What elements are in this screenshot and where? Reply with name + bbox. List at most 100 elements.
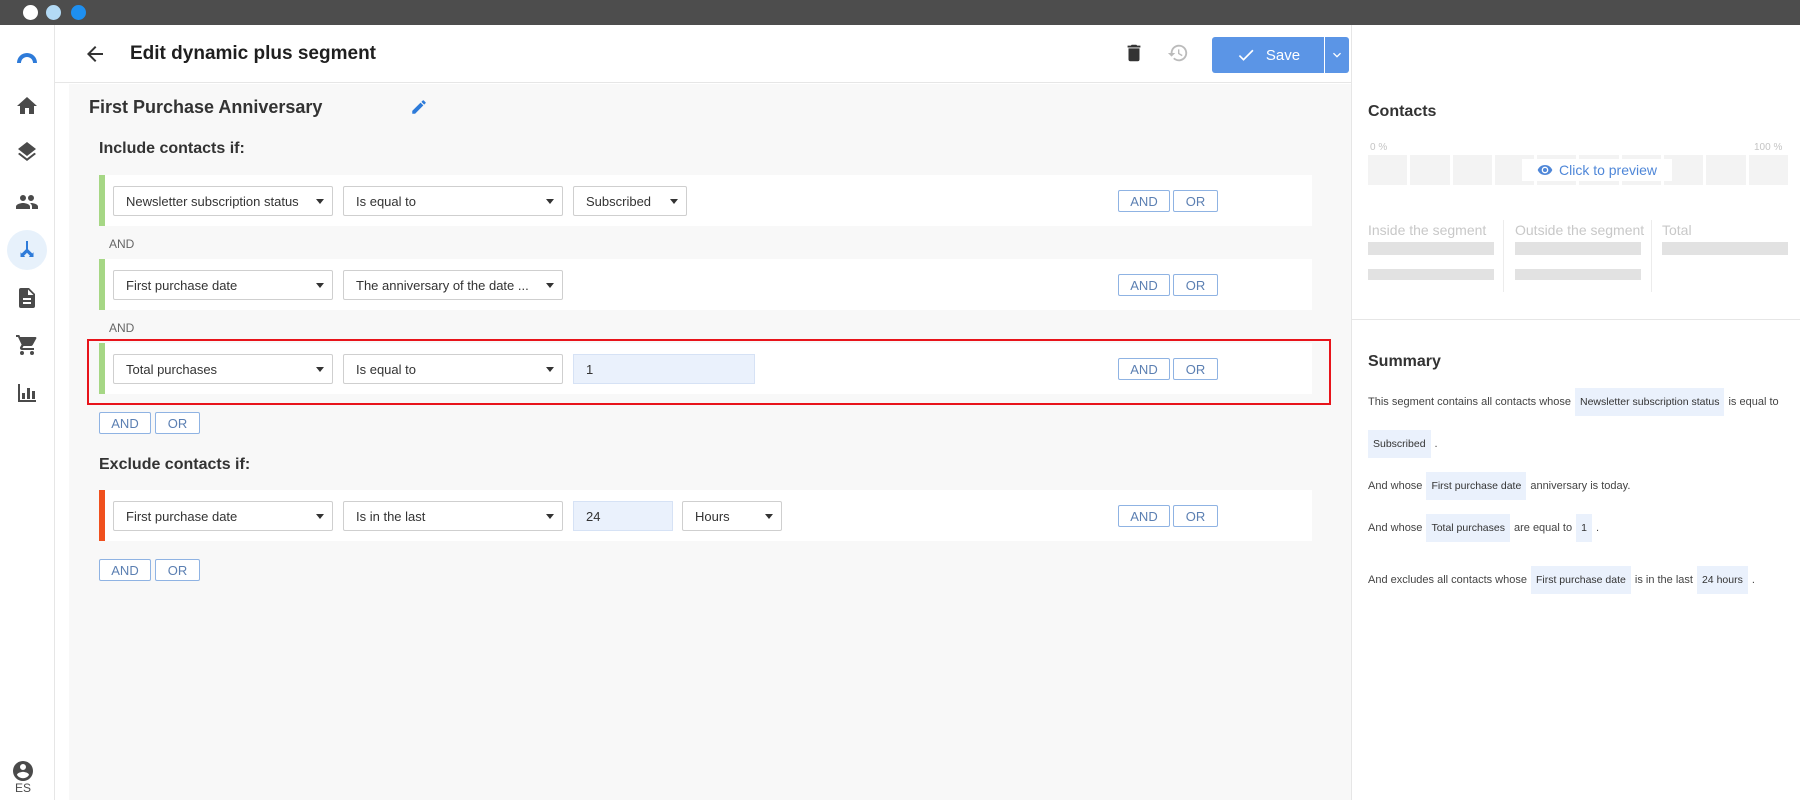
summary-line: This segment contains all contacts whose… bbox=[1368, 388, 1779, 416]
summary-chip: First purchase date bbox=[1530, 566, 1631, 594]
field-select[interactable]: First purchase date bbox=[113, 270, 333, 300]
include-label: Include contacts if: bbox=[99, 140, 245, 157]
field-select[interactable]: First purchase date bbox=[113, 501, 333, 531]
summary-chip: First purchase date bbox=[1426, 472, 1527, 500]
contacts-title: Contacts bbox=[1368, 103, 1437, 120]
summary-text: This segment contains all contacts whose bbox=[1368, 396, 1571, 408]
language-label[interactable]: ES bbox=[0, 781, 46, 795]
unit-select[interactable]: Hours bbox=[682, 501, 782, 531]
analytics-icon[interactable] bbox=[7, 373, 47, 413]
summary-text: And whose bbox=[1368, 480, 1423, 492]
check-icon bbox=[1238, 49, 1254, 61]
summary-text: are equal to bbox=[1513, 522, 1573, 534]
window-close-dot[interactable] bbox=[23, 5, 38, 20]
skeleton-bar bbox=[1662, 242, 1788, 255]
summary-text: And excludes all contacts whose bbox=[1368, 574, 1527, 586]
exclude-label: Exclude contacts if: bbox=[99, 456, 251, 473]
caret-down-icon bbox=[546, 514, 554, 519]
operator-select-value: Is in the last bbox=[356, 509, 426, 524]
edit-name-button[interactable] bbox=[410, 98, 428, 116]
include-condition-row: Newsletter subscription status Is equal … bbox=[99, 175, 1312, 226]
add-and-condition-button[interactable]: AND bbox=[1118, 190, 1170, 212]
logo-icon[interactable] bbox=[7, 39, 47, 79]
chevron-down-icon bbox=[1333, 52, 1341, 58]
logic-operator-label: AND bbox=[109, 321, 135, 335]
save-button[interactable]: Save bbox=[1212, 37, 1324, 73]
summary-text: is in the last bbox=[1634, 574, 1693, 586]
logic-operator-label: AND bbox=[109, 237, 135, 251]
summary-line: And whose Total purchases are equal to 1… bbox=[1368, 514, 1599, 542]
eye-icon bbox=[1537, 165, 1553, 175]
caret-down-icon bbox=[316, 283, 324, 288]
summary-line: And excludes all contacts whose First pu… bbox=[1368, 566, 1755, 594]
summary-line: And whose First purchase date anniversar… bbox=[1368, 472, 1630, 500]
caret-down-icon bbox=[670, 199, 678, 204]
include-bar bbox=[99, 175, 105, 226]
summary-chip: 1 bbox=[1576, 514, 1592, 542]
caret-down-icon bbox=[546, 199, 554, 204]
add-or-condition-button[interactable]: OR bbox=[1173, 190, 1218, 212]
value-input[interactable]: 24 bbox=[573, 501, 673, 531]
inside-segment-label: Inside the segment bbox=[1368, 222, 1487, 238]
left-nav: ES bbox=[0, 25, 55, 800]
summary-line: Subscribed . bbox=[1368, 430, 1438, 458]
summary-chip: Total purchases bbox=[1426, 514, 1510, 542]
summary-text: . bbox=[1595, 522, 1599, 534]
add-or-condition-button[interactable]: OR bbox=[1173, 274, 1218, 296]
contacts-icon[interactable] bbox=[7, 182, 47, 222]
summary-chip: Newsletter subscription status bbox=[1575, 388, 1725, 416]
save-options-button[interactable] bbox=[1325, 37, 1349, 73]
add-and-group-button[interactable]: AND bbox=[99, 412, 151, 434]
percent-min-label: 0 % bbox=[1370, 142, 1388, 153]
skeleton-bar bbox=[1515, 242, 1641, 255]
cart-icon[interactable] bbox=[7, 325, 47, 365]
caret-down-icon bbox=[546, 283, 554, 288]
value-select-value: Subscribed bbox=[586, 194, 652, 209]
add-or-condition-button[interactable]: OR bbox=[1173, 505, 1218, 527]
add-and-exclude-button[interactable]: AND bbox=[99, 559, 151, 581]
field-select[interactable]: Newsletter subscription status bbox=[113, 186, 333, 216]
operator-select[interactable]: The anniversary of the date ... bbox=[343, 270, 563, 300]
skeleton-bar bbox=[1515, 269, 1641, 280]
include-condition-row: First purchase date The anniversary of t… bbox=[99, 259, 1312, 310]
right-panel: Contacts 0 % 100 % Click to preview Insi… bbox=[1351, 25, 1800, 800]
account-icon[interactable] bbox=[11, 759, 35, 783]
back-button[interactable] bbox=[83, 42, 107, 66]
restore-button[interactable] bbox=[1167, 42, 1191, 66]
operator-select-value: The anniversary of the date ... bbox=[356, 278, 529, 293]
caret-down-icon bbox=[316, 514, 324, 519]
exclude-condition-row: First purchase date Is in the last 24 Ho… bbox=[99, 490, 1312, 541]
window-titlebar bbox=[0, 0, 1800, 25]
caret-down-icon bbox=[765, 514, 773, 519]
skeleton-bar bbox=[1368, 242, 1494, 255]
window-maximize-dot[interactable] bbox=[71, 5, 86, 20]
summary-text: And whose bbox=[1368, 522, 1423, 534]
summary-chip: Subscribed bbox=[1368, 430, 1431, 458]
summary-chip: 24 hours bbox=[1696, 566, 1748, 594]
value-select[interactable]: Subscribed bbox=[573, 186, 687, 216]
delete-button[interactable] bbox=[1123, 42, 1147, 66]
add-and-condition-button[interactable]: AND bbox=[1118, 274, 1170, 296]
operator-select[interactable]: Is in the last bbox=[343, 501, 563, 531]
add-or-exclude-button[interactable]: OR bbox=[155, 559, 200, 581]
document-icon[interactable] bbox=[7, 278, 47, 318]
preview-button[interactable]: Click to preview bbox=[1522, 159, 1672, 181]
summary-text: anniversary is today. bbox=[1530, 480, 1631, 492]
arrow-left-icon bbox=[87, 46, 103, 62]
field-select-value: First purchase date bbox=[126, 509, 238, 524]
layers-icon[interactable] bbox=[7, 134, 47, 174]
divider bbox=[1651, 220, 1652, 292]
segment-editor: First Purchase Anniversary Include conta… bbox=[69, 84, 1351, 800]
window-minimize-dot[interactable] bbox=[46, 5, 61, 20]
add-and-condition-button[interactable]: AND bbox=[1118, 505, 1170, 527]
unit-select-value: Hours bbox=[695, 509, 730, 524]
operator-select[interactable]: Is equal to bbox=[343, 186, 563, 216]
trash-icon bbox=[1127, 44, 1141, 62]
operator-select-value: Is equal to bbox=[356, 194, 416, 209]
add-or-group-button[interactable]: OR bbox=[155, 412, 200, 434]
home-icon[interactable] bbox=[7, 86, 47, 126]
include-bar bbox=[99, 259, 105, 310]
total-label: Total bbox=[1662, 222, 1692, 238]
page-title: Edit dynamic plus segment bbox=[130, 43, 376, 64]
segments-icon[interactable] bbox=[7, 230, 47, 270]
